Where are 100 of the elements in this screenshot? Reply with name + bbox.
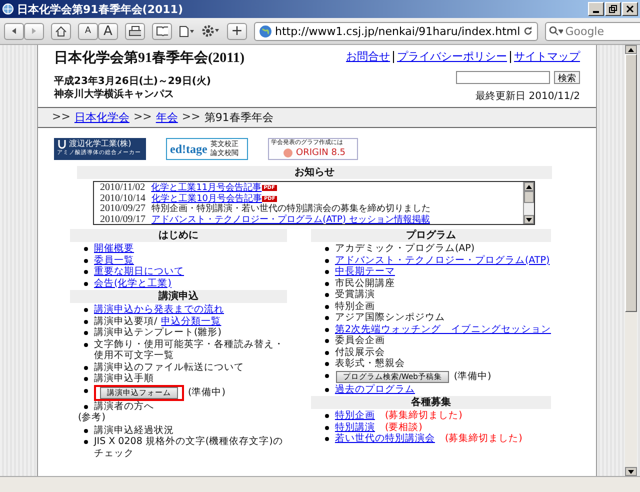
bullet-icon bbox=[84, 428, 88, 432]
address-field[interactable]: http://www1.csj.jp/nenkai/91haru/index.html bbox=[254, 22, 538, 40]
header-link[interactable]: サイトマップ bbox=[514, 49, 580, 64]
back-button[interactable] bbox=[4, 22, 24, 40]
section-heading: プログラム bbox=[310, 229, 551, 242]
bullet-icon bbox=[324, 258, 329, 262]
status-note: (準備中) bbox=[454, 370, 492, 382]
bookmarks-button[interactable] bbox=[152, 22, 172, 40]
menu-link[interactable]: 開催概要 bbox=[94, 243, 134, 254]
home-icon bbox=[55, 26, 67, 36]
menu-text: 講演申込経過状況 bbox=[94, 424, 174, 436]
menu-link[interactable]: 若い世代の特別講演会 bbox=[334, 433, 435, 444]
bullet-icon bbox=[84, 440, 88, 444]
news-date: 2010/09/17 bbox=[100, 214, 146, 224]
menu-text: 講演申込手順 bbox=[94, 373, 154, 384]
bullet-icon bbox=[324, 270, 329, 274]
search-icon[interactable] bbox=[549, 26, 564, 36]
page-menu-icon[interactable] bbox=[179, 26, 195, 36]
menu-text: 受賞講演 bbox=[334, 289, 375, 300]
larger-text-button[interactable]: A bbox=[98, 22, 118, 40]
breadcrumb-separator: >> bbox=[182, 110, 200, 125]
news-date: 2010/10/14 bbox=[100, 194, 146, 204]
search-box[interactable]: Google bbox=[545, 22, 640, 40]
menu-link[interactable]: 特別講演 bbox=[334, 422, 375, 433]
settings-icon[interactable] bbox=[202, 25, 220, 37]
bullet-icon bbox=[84, 282, 88, 286]
news-link[interactable]: 化学と工業10月号会告記事 bbox=[152, 194, 262, 204]
bullet-icon bbox=[324, 247, 329, 251]
print-button[interactable] bbox=[125, 22, 145, 40]
restore-icon bbox=[609, 5, 617, 13]
restore-button[interactable] bbox=[605, 2, 621, 16]
news-link[interactable]: アドバンスト・テクノロジー・プログラム(ATP) セッション情報掲載 bbox=[152, 214, 430, 224]
page-title: 日本化学会第91春季年会(2011) bbox=[54, 49, 245, 67]
section-heading: お知らせ bbox=[77, 166, 552, 179]
globe-icon bbox=[2, 3, 14, 15]
smaller-text-button[interactable]: A bbox=[78, 22, 98, 40]
news-text: 特別企画・特別講演・若い世代の特別講演会の募集を締め切りました bbox=[152, 204, 431, 214]
bullet-icon bbox=[324, 414, 329, 418]
menu-link[interactable]: 第2次先端ウォッチング イブニングセッション bbox=[334, 324, 551, 335]
menu-link[interactable]: 会告(化学と工業) bbox=[94, 278, 172, 289]
breadcrumb-current: 第91春季年会 bbox=[204, 110, 274, 125]
minimize-button[interactable] bbox=[588, 2, 604, 16]
bullet-icon bbox=[84, 320, 88, 324]
breadcrumb-separator: >> bbox=[52, 110, 70, 125]
menu-text: 特別企画 bbox=[334, 300, 375, 312]
bullet-icon bbox=[84, 342, 88, 346]
news-date: 2010/09/27 bbox=[100, 204, 146, 214]
menu-link[interactable]: 講演申込から発表までの流れ bbox=[94, 304, 224, 316]
menu-text: アジア国際シンポジウム bbox=[334, 312, 445, 324]
news-link[interactable]: 化学と工業11月号会告記事 bbox=[151, 183, 262, 194]
section-heading: 各種募集 bbox=[310, 396, 551, 409]
status-note: (募集締切ました) bbox=[444, 433, 522, 444]
down-arrow-icon[interactable] bbox=[628, 470, 634, 474]
back-arrow-icon bbox=[10, 27, 18, 35]
menu-text: 講演申込テンプレート(雛形) bbox=[94, 327, 222, 338]
event-venue: 神奈川大学横浜キャンパス bbox=[54, 88, 175, 101]
printer-icon bbox=[129, 26, 141, 36]
add-bookmark-button[interactable]: + bbox=[227, 22, 247, 40]
bullet-icon bbox=[84, 331, 88, 335]
breadcrumb-link[interactable]: 年会 bbox=[156, 110, 178, 125]
scrollbar[interactable] bbox=[625, 45, 637, 476]
close-icon bbox=[626, 5, 634, 13]
menu-link[interactable]: 中長期テーマ bbox=[334, 266, 395, 278]
up-arrow-icon[interactable] bbox=[526, 184, 532, 188]
menu-link[interactable]: 重要な期日について bbox=[94, 266, 184, 278]
bullet-icon bbox=[84, 308, 88, 312]
close-button[interactable] bbox=[622, 2, 638, 16]
search-button[interactable]: 検索 bbox=[554, 71, 580, 84]
last-updated: 最終更新日 2010/11/2 bbox=[476, 90, 580, 103]
up-arrow-icon[interactable] bbox=[628, 48, 634, 52]
bullet-icon bbox=[324, 316, 329, 320]
bullet-icon bbox=[324, 328, 329, 332]
menu-link[interactable]: 申込分類一覧 bbox=[161, 316, 222, 327]
scrollbar[interactable] bbox=[523, 182, 534, 224]
breadcrumb-link[interactable]: 日本化学会 bbox=[74, 110, 130, 125]
menu-text: JIS X 0208 規格外の文字(機種依存文字)のチェック bbox=[94, 436, 284, 459]
reload-icon[interactable] bbox=[523, 26, 534, 36]
bullet-icon bbox=[84, 270, 88, 274]
bullet-icon bbox=[84, 258, 88, 262]
bullet-icon bbox=[84, 377, 88, 381]
bullet-icon bbox=[84, 247, 88, 251]
menu-text: 講演申込要項/ bbox=[94, 316, 158, 327]
bullet-icon bbox=[324, 362, 329, 366]
home-button[interactable] bbox=[51, 22, 71, 40]
menu-link[interactable]: 委員一覧 bbox=[94, 254, 134, 266]
header-link[interactable]: プライバシーポリシー bbox=[397, 49, 507, 64]
news-date: 2010/11/02 bbox=[100, 183, 146, 194]
menu-text: 講演申込のファイル転送について bbox=[94, 362, 244, 373]
bullet-icon bbox=[324, 282, 329, 286]
menu-text: アカデミック・プログラム(AP) bbox=[334, 243, 475, 254]
bullet-icon bbox=[84, 388, 88, 392]
header-link[interactable]: お問合せ bbox=[346, 49, 390, 64]
book-icon bbox=[156, 26, 168, 36]
menu-link[interactable]: 過去のプログラム bbox=[334, 384, 415, 395]
site-search-field[interactable] bbox=[456, 71, 550, 84]
menu-link[interactable]: アドバンスト・テクノロジー・プログラム(ATP) bbox=[334, 254, 550, 266]
forward-arrow-icon bbox=[30, 27, 38, 35]
menu-text: 文字飾り・使用可能英字・各種読み替え・使用不可文字一覧 bbox=[94, 338, 285, 362]
down-arrow-icon[interactable] bbox=[526, 218, 532, 222]
menu-link[interactable]: 特別企画 bbox=[334, 410, 375, 422]
